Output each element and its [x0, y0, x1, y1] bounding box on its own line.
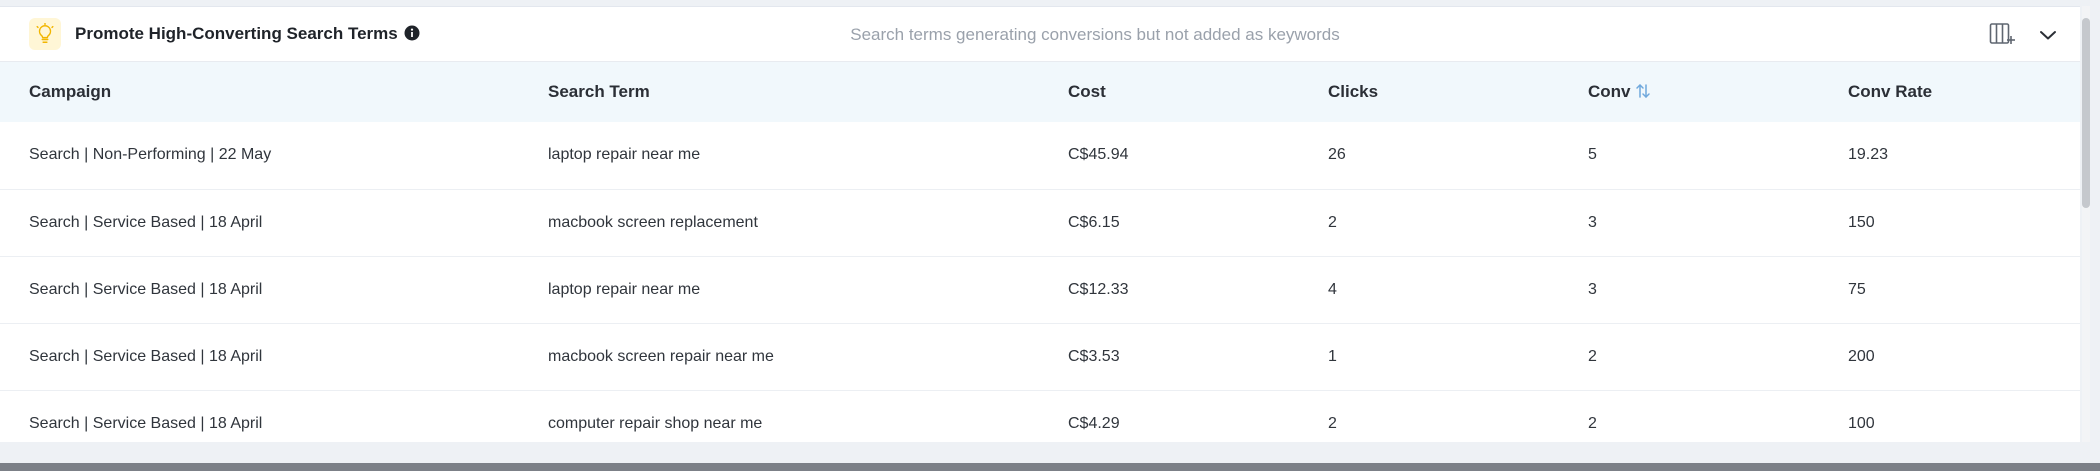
- cell-conv-rate: 75: [1848, 256, 2080, 324]
- cell-search-term: laptop repair near me: [548, 122, 1068, 190]
- cell-conv: 3: [1588, 189, 1848, 257]
- cell-cost: C$6.15: [1068, 189, 1328, 257]
- cell-conv: 5: [1588, 122, 1848, 190]
- cell-campaign: Search | Service Based | 18 April: [0, 390, 548, 442]
- cell-clicks: 2: [1328, 189, 1588, 257]
- cell-clicks: 4: [1328, 256, 1588, 324]
- column-header-cost[interactable]: Cost: [1068, 62, 1328, 122]
- cell-campaign: Search | Service Based | 18 April: [0, 189, 548, 257]
- cell-conv: 3: [1588, 256, 1848, 324]
- column-header-conv[interactable]: Conv: [1588, 62, 1848, 122]
- cell-clicks: 2: [1328, 390, 1588, 442]
- columns-settings-button[interactable]: [1988, 21, 2016, 47]
- card-header: Promote High-Converting Search Terms Sea…: [0, 7, 2080, 62]
- sort-icon[interactable]: [1635, 82, 1651, 100]
- cell-conv: 2: [1588, 390, 1848, 442]
- cell-cost: C$3.53: [1068, 323, 1328, 391]
- column-header-clicks[interactable]: Clicks: [1328, 62, 1588, 122]
- table-row[interactable]: Search | Service Based | 18 April macbook…: [0, 189, 2080, 257]
- info-icon[interactable]: [404, 25, 420, 41]
- card-title: Promote High-Converting Search Terms: [75, 24, 398, 43]
- column-header-search-term[interactable]: Search Term: [548, 62, 1068, 122]
- column-header-conv-label: Conv: [1588, 82, 1631, 101]
- cell-campaign: Search | Service Based | 18 April: [0, 323, 548, 391]
- cell-search-term: macbook screen replacement: [548, 189, 1068, 257]
- table-row[interactable]: Search | Service Based | 18 April compute…: [0, 390, 2080, 442]
- cell-conv-rate: 150: [1848, 189, 2080, 257]
- collapse-button[interactable]: [2036, 23, 2060, 47]
- column-header-conv-rate[interactable]: Conv Rate: [1848, 62, 2080, 122]
- lightbulb-icon: [29, 18, 61, 50]
- cell-search-term: laptop repair near me: [548, 256, 1068, 324]
- cell-cost: C$12.33: [1068, 256, 1328, 324]
- search-terms-table: Campaign Search Term Cost Clicks Conv Co…: [0, 62, 2080, 442]
- cell-search-term: computer repair shop near me: [548, 390, 1068, 442]
- cell-conv-rate: 100: [1848, 390, 2080, 442]
- column-header-campaign[interactable]: Campaign: [0, 62, 548, 122]
- table-header-row: Campaign Search Term Cost Clicks Conv Co…: [0, 62, 2080, 122]
- table-row[interactable]: Search | Non-Performing | 22 May laptop r…: [0, 122, 2080, 190]
- window-bottom-edge: [0, 463, 2100, 471]
- cell-clicks: 26: [1328, 122, 1588, 190]
- cell-search-term: macbook screen repair near me: [548, 323, 1068, 391]
- columns-settings-icon: [1989, 23, 2015, 44]
- table-row[interactable]: Search | Service Based | 18 April laptop …: [0, 256, 2080, 324]
- vertical-scrollbar-thumb[interactable]: [2082, 18, 2090, 208]
- card-subtitle: Search terms generating conversions but …: [850, 25, 1340, 44]
- cell-conv-rate: 200: [1848, 323, 2080, 391]
- table-row[interactable]: Search | Service Based | 18 April macbook…: [0, 323, 2080, 391]
- cell-cost: C$4.29: [1068, 390, 1328, 442]
- cell-conv-rate: 19.23: [1848, 122, 2080, 190]
- high-converting-search-terms-card: Promote High-Converting Search Terms Sea…: [0, 6, 2080, 442]
- cell-cost: C$45.94: [1068, 122, 1328, 190]
- cell-conv: 2: [1588, 323, 1848, 391]
- cell-campaign: Search | Service Based | 18 April: [0, 256, 548, 324]
- chevron-down-icon: [2040, 31, 2056, 40]
- cell-campaign: Search | Non-Performing | 22 May: [0, 122, 548, 190]
- cell-clicks: 1: [1328, 323, 1588, 391]
